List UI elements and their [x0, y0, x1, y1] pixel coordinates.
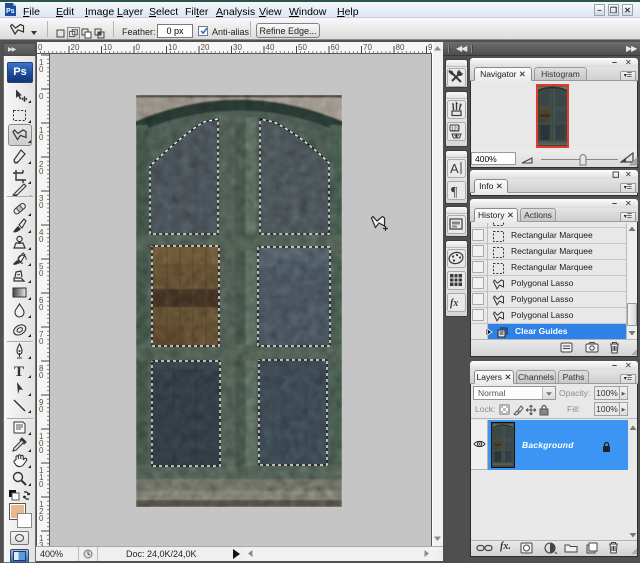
- svg-text:0: 0: [39, 303, 44, 312]
- svg-text:0: 0: [39, 133, 44, 142]
- svg-text:0: 0: [39, 235, 44, 244]
- svg-text:0: 0: [39, 371, 44, 380]
- svg-text:0: 0: [39, 92, 44, 101]
- svg-text:20: 20: [71, 43, 80, 52]
- svg-text:Ps: Ps: [6, 8, 15, 15]
- svg-text:10: 10: [103, 43, 112, 52]
- svg-text:0: 0: [39, 65, 44, 74]
- svg-text:10: 10: [168, 43, 177, 52]
- svg-text:0: 0: [39, 446, 44, 455]
- svg-text:0: 0: [38, 43, 43, 52]
- svg-text:40: 40: [266, 43, 275, 52]
- svg-text:0: 0: [136, 43, 141, 52]
- svg-text:123: 123: [451, 127, 460, 133]
- svg-text:A: A: [450, 161, 459, 176]
- svg-text:0: 0: [39, 269, 44, 278]
- svg-text:0: 0: [39, 167, 44, 176]
- svg-text:¶: ¶: [451, 185, 458, 200]
- svg-text:20: 20: [201, 43, 210, 52]
- svg-text:70: 70: [363, 43, 372, 52]
- svg-text:0: 0: [39, 337, 44, 346]
- svg-text:60: 60: [331, 43, 340, 52]
- svg-text:0: 0: [39, 480, 44, 489]
- svg-text:50: 50: [298, 43, 307, 52]
- svg-text:30: 30: [233, 43, 242, 52]
- svg-text:80: 80: [396, 43, 405, 52]
- svg-text:T: T: [14, 364, 24, 379]
- svg-text:0: 0: [39, 514, 44, 523]
- svg-text:fx: fx: [450, 298, 458, 309]
- svg-text:0: 0: [39, 405, 44, 414]
- svg-text:0: 0: [39, 201, 44, 210]
